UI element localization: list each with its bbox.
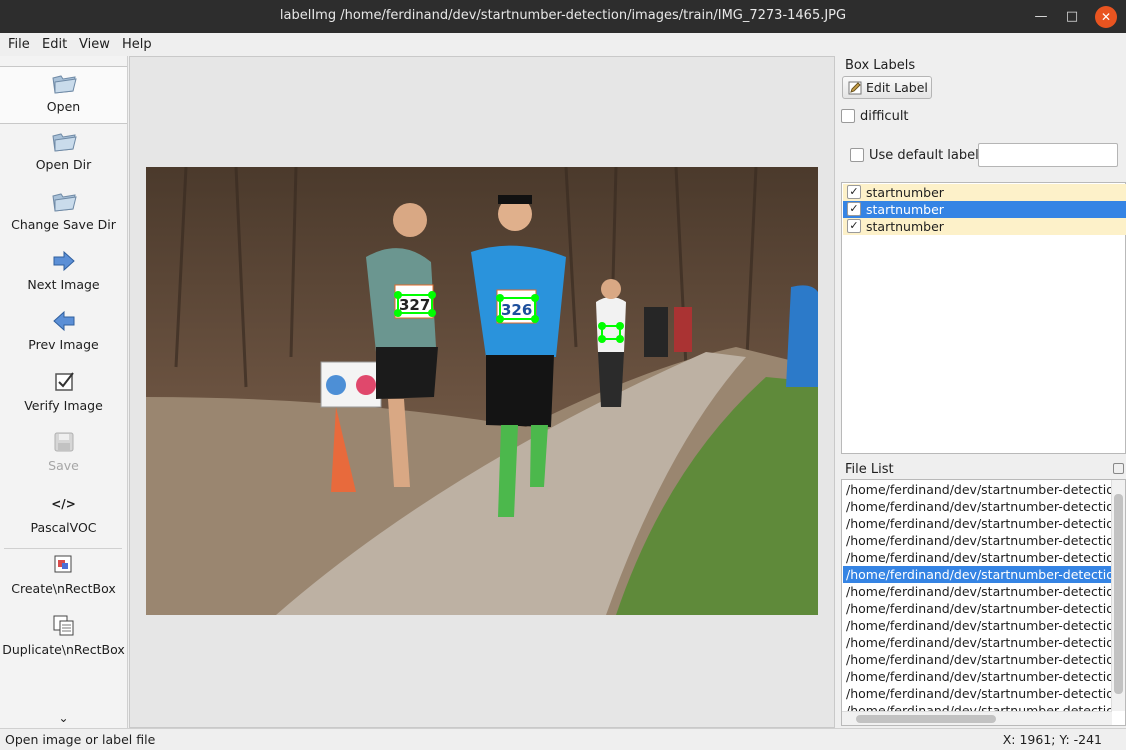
menu-view[interactable]: View	[79, 37, 110, 52]
file-list-vertical-scrollbar[interactable]	[1111, 480, 1125, 711]
label-list-item[interactable]: ✓ startnumber	[843, 218, 1126, 235]
file-list-item[interactable]: /home/ferdinand/dev/startnumber-detectio…	[843, 549, 1112, 566]
label-item-checkbox[interactable]: ✓	[847, 202, 861, 216]
label-item-checkbox[interactable]: ✓	[847, 219, 861, 233]
folder-icon	[51, 133, 77, 152]
menu-bar: File Edit View Help	[0, 33, 1126, 56]
next-image-button[interactable]: Next Image	[0, 249, 127, 292]
prev-image-button[interactable]: Prev Image	[0, 309, 127, 352]
change-save-dir-button[interactable]: Change Save Dir	[0, 189, 127, 232]
file-list-item[interactable]: /home/ferdinand/dev/startnumber-detectio…	[843, 668, 1112, 685]
save-button[interactable]: Save	[0, 430, 127, 473]
file-list-item[interactable]: /home/ferdinand/dev/startnumber-detectio…	[843, 583, 1112, 600]
open-dir-button[interactable]: Open Dir	[0, 129, 127, 172]
file-list-item[interactable]: /home/ferdinand/dev/startnumber-detectio…	[843, 617, 1112, 634]
undock-icon[interactable]	[1113, 463, 1124, 474]
save-disk-icon	[54, 432, 73, 452]
menu-help[interactable]: Help	[122, 37, 152, 52]
minimize-button[interactable]: —	[1030, 6, 1052, 28]
folder-icon	[51, 193, 77, 212]
close-button[interactable]: ✕	[1095, 6, 1117, 28]
duplicate-icon	[53, 615, 73, 636]
file-list-item[interactable]: /home/ferdinand/dev/startnumber-detectio…	[843, 515, 1112, 532]
file-list-item[interactable]: /home/ferdinand/dev/startnumber-detectio…	[843, 532, 1112, 549]
open-button[interactable]: Open	[0, 66, 127, 124]
maximize-button[interactable]: □	[1061, 6, 1083, 28]
arrow-left-icon	[52, 310, 74, 332]
difficult-checkbox[interactable]	[841, 109, 855, 123]
file-list-item[interactable]: /home/ferdinand/dev/startnumber-detectio…	[843, 634, 1112, 651]
create-box-icon	[54, 555, 71, 573]
scroll-thumb[interactable]	[1114, 494, 1123, 694]
label-list-item[interactable]: ✓ startnumber	[843, 184, 1126, 201]
runners-photo: 327 326	[146, 167, 818, 615]
file-list-item[interactable]: /home/ferdinand/dev/startnumber-detectio…	[843, 498, 1112, 515]
duplicate-rectbox-button[interactable]: Duplicate\nRectBox	[0, 614, 127, 657]
verify-image-button[interactable]: Verify Image	[0, 370, 127, 413]
scroll-thumb[interactable]	[856, 715, 996, 723]
label-list: ✓ startnumber ✓ startnumber ✓ startnumbe…	[841, 182, 1126, 454]
status-bar: Open image or label file X: 1961; Y: -24…	[0, 728, 1126, 750]
file-list-item[interactable]: /home/ferdinand/dev/startnumber-detectio…	[843, 651, 1112, 668]
menu-edit[interactable]: Edit	[42, 37, 67, 52]
checkbox-check-icon	[54, 372, 74, 391]
file-list-item[interactable]: /home/ferdinand/dev/startnumber-detectio…	[843, 600, 1112, 617]
toolbar: Open Open Dir Change Save Dir Next Image…	[0, 56, 128, 728]
cursor-coordinates: X: 1961; Y: -241	[1002, 732, 1102, 747]
file-list-item-selected[interactable]: /home/ferdinand/dev/startnumber-detectio…	[843, 566, 1112, 583]
window-title: labelImg /home/ferdinand/dev/startnumber…	[279, 8, 847, 23]
toolbar-more-chevron-icon[interactable]: ⌄	[0, 711, 127, 725]
toolbar-divider	[4, 548, 122, 549]
edit-pencil-icon	[848, 81, 862, 95]
folder-icon	[51, 75, 77, 94]
code-icon: </>	[51, 497, 76, 511]
title-bar: labelImg /home/ferdinand/dev/startnumber…	[0, 0, 1126, 33]
menu-file[interactable]: File	[8, 37, 30, 52]
difficult-label: difficult	[860, 109, 909, 124]
file-list: /home/ferdinand/dev/startnumber-detectio…	[841, 479, 1126, 726]
use-default-label-checkbox[interactable]	[850, 148, 864, 162]
file-list-item[interactable]: /home/ferdinand/dev/startnumber-detectio…	[843, 481, 1112, 498]
bib-326: 326	[501, 301, 532, 319]
status-message: Open image or label file	[5, 732, 156, 747]
file-list-horizontal-scrollbar[interactable]	[842, 711, 1112, 725]
create-rectbox-button[interactable]: Create\nRectBox	[0, 553, 127, 596]
image-canvas[interactable]: 327 326	[146, 167, 818, 615]
format-pascalvoc-button[interactable]: </> PascalVOC	[0, 492, 127, 535]
arrow-right-icon	[53, 250, 75, 272]
box-labels-title: Box Labels	[845, 58, 916, 73]
edit-label-button[interactable]: Edit Label	[842, 76, 932, 99]
bib-327: 327	[399, 296, 430, 314]
default-label-input[interactable]	[978, 143, 1118, 167]
file-list-item[interactable]: /home/ferdinand/dev/startnumber-detectio…	[843, 685, 1112, 702]
use-default-label-label: Use default label	[869, 148, 979, 163]
label-list-item-selected[interactable]: ✓ startnumber	[843, 201, 1126, 218]
file-list-title: File List	[845, 462, 894, 477]
label-item-checkbox[interactable]: ✓	[847, 185, 861, 199]
